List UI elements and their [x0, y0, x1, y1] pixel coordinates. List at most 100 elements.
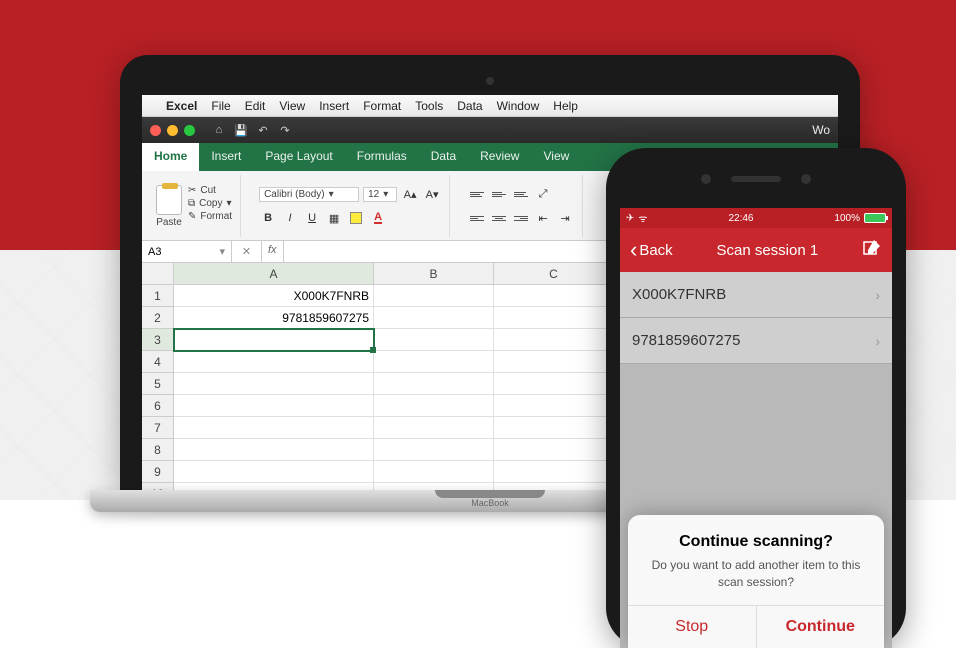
menu-help[interactable]: Help [553, 99, 578, 113]
maximize-icon[interactable] [184, 125, 195, 136]
cell-b10[interactable] [374, 483, 494, 490]
undo-icon[interactable]: ↶ [255, 122, 271, 138]
tab-view[interactable]: View [531, 143, 581, 171]
compose-icon[interactable] [862, 238, 882, 262]
menubar-app[interactable]: Excel [166, 99, 197, 113]
cell-a5[interactable] [174, 373, 374, 395]
align-middle-button[interactable] [490, 185, 508, 203]
cell-b4[interactable] [374, 351, 494, 373]
cell-c1[interactable] [494, 285, 614, 307]
select-all-corner[interactable] [142, 263, 174, 285]
menu-view[interactable]: View [279, 99, 305, 113]
align-right-button[interactable] [512, 209, 530, 227]
back-button[interactable]: ‹ Back [630, 237, 673, 263]
insert-function-icon[interactable]: ✕ [242, 245, 251, 258]
cell-b3[interactable] [374, 329, 494, 351]
tab-review[interactable]: Review [468, 143, 531, 171]
row-header-6[interactable]: 6 [142, 395, 174, 417]
paste-icon[interactable] [156, 185, 182, 215]
cell-c9[interactable] [494, 461, 614, 483]
cell-a10[interactable] [174, 483, 374, 490]
shrink-font-button[interactable]: A▾ [423, 185, 441, 203]
tab-home[interactable]: Home [142, 143, 199, 171]
row-header-2[interactable]: 2 [142, 307, 174, 329]
align-bottom-button[interactable] [512, 185, 530, 203]
cell-c10[interactable] [494, 483, 614, 490]
close-icon[interactable] [150, 125, 161, 136]
continue-button[interactable]: Continue [757, 606, 885, 648]
cell-c2[interactable] [494, 307, 614, 329]
orientation-button[interactable]: ⤢ [534, 185, 552, 203]
format-painter-button[interactable]: ✎Format [188, 211, 232, 222]
save-icon[interactable]: 💾 [233, 122, 249, 138]
row-header-1[interactable]: 1 [142, 285, 174, 307]
menu-insert[interactable]: Insert [319, 99, 349, 113]
font-size-select[interactable]: 12▾ [363, 187, 397, 202]
cut-button[interactable]: ✂Cut [188, 185, 232, 196]
align-top-button[interactable] [468, 185, 486, 203]
font-color-button[interactable]: A [369, 209, 387, 227]
grow-font-button[interactable]: A▴ [401, 185, 419, 203]
font-name-select[interactable]: Calibri (Body)▾ [259, 187, 359, 202]
tab-data[interactable]: Data [419, 143, 468, 171]
menu-window[interactable]: Window [497, 99, 540, 113]
menu-format[interactable]: Format [363, 99, 401, 113]
cell-b7[interactable] [374, 417, 494, 439]
row-header-8[interactable]: 8 [142, 439, 174, 461]
indent-increase-button[interactable]: ⇥ [556, 209, 574, 227]
row-header-10[interactable]: 10 [142, 483, 174, 490]
minimize-icon[interactable] [167, 125, 178, 136]
row-header-9[interactable]: 9 [142, 461, 174, 483]
row-header-7[interactable]: 7 [142, 417, 174, 439]
fill-color-button[interactable] [347, 209, 365, 227]
col-header-a[interactable]: A [174, 263, 374, 285]
home-icon[interactable]: ⌂ [211, 122, 227, 138]
italic-button[interactable]: I [281, 209, 299, 227]
align-left-button[interactable] [468, 209, 486, 227]
cell-b2[interactable] [374, 307, 494, 329]
tab-page-layout[interactable]: Page Layout [253, 143, 344, 171]
list-item[interactable]: 9781859607275 › [620, 318, 892, 364]
tab-formulas[interactable]: Formulas [345, 143, 419, 171]
cell-b1[interactable] [374, 285, 494, 307]
row-header-4[interactable]: 4 [142, 351, 174, 373]
cell-a2[interactable]: 9781859607275 [174, 307, 374, 329]
cell-a7[interactable] [174, 417, 374, 439]
col-header-c[interactable]: C [494, 263, 614, 285]
underline-button[interactable]: U [303, 209, 321, 227]
cell-a3[interactable] [174, 329, 374, 351]
copy-button[interactable]: ⧉Copy ▾ [188, 198, 232, 209]
tab-insert[interactable]: Insert [199, 143, 253, 171]
fx-label[interactable]: fx [262, 241, 284, 262]
cell-c6[interactable] [494, 395, 614, 417]
cell-c5[interactable] [494, 373, 614, 395]
cell-b5[interactable] [374, 373, 494, 395]
col-header-b[interactable]: B [374, 263, 494, 285]
cell-c3[interactable] [494, 329, 614, 351]
row-header-5[interactable]: 5 [142, 373, 174, 395]
cell-a8[interactable] [174, 439, 374, 461]
redo-icon[interactable]: ↷ [277, 122, 293, 138]
menu-file[interactable]: File [211, 99, 230, 113]
cell-c7[interactable] [494, 417, 614, 439]
cell-a9[interactable] [174, 461, 374, 483]
cell-a6[interactable] [174, 395, 374, 417]
name-box[interactable]: A3▾ [142, 241, 232, 262]
cell-b8[interactable] [374, 439, 494, 461]
stop-button[interactable]: Stop [628, 606, 757, 648]
row-header-3[interactable]: 3 [142, 329, 174, 351]
indent-decrease-button[interactable]: ⇤ [534, 209, 552, 227]
bold-button[interactable]: B [259, 209, 277, 227]
cell-b6[interactable] [374, 395, 494, 417]
border-button[interactable]: ▦ [325, 209, 343, 227]
align-center-button[interactable] [490, 209, 508, 227]
menu-data[interactable]: Data [457, 99, 482, 113]
cell-b9[interactable] [374, 461, 494, 483]
menu-tools[interactable]: Tools [415, 99, 443, 113]
cell-c8[interactable] [494, 439, 614, 461]
cell-a1[interactable]: X000K7FNRB [174, 285, 374, 307]
menu-edit[interactable]: Edit [245, 99, 266, 113]
cell-a4[interactable] [174, 351, 374, 373]
list-item[interactable]: X000K7FNRB › [620, 272, 892, 318]
cell-c4[interactable] [494, 351, 614, 373]
